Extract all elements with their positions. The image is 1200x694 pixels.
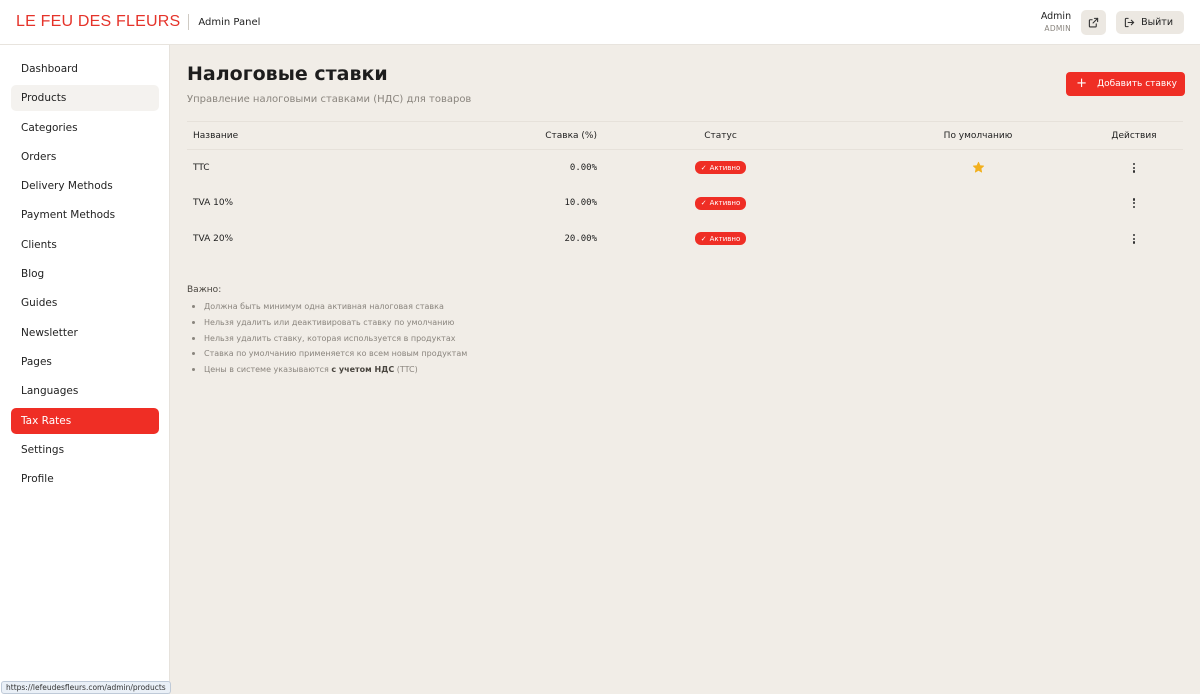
check-icon: ✓ xyxy=(700,163,707,172)
status-cell: ✓ Активно xyxy=(667,221,774,257)
table-row: TVA 20% 20.00% ✓ Активно xyxy=(187,221,1183,257)
default-cell xyxy=(907,150,1049,186)
admin-panel-label: Admin Panel xyxy=(198,16,261,28)
logo-divider xyxy=(188,14,190,30)
sidebar: Dashboard Products Categories Orders Del… xyxy=(0,45,170,694)
default-cell xyxy=(907,186,1049,222)
check-icon: ✓ xyxy=(700,234,707,243)
external-link-icon xyxy=(1088,17,1099,27)
note-item: Нельзя удалить ставку, которая используе… xyxy=(187,334,467,350)
page-title: Налоговые ставки xyxy=(187,63,388,85)
note-item: Должна быть минимум одна активная налого… xyxy=(187,302,467,318)
view-site-button[interactable] xyxy=(1081,9,1107,35)
logout-icon xyxy=(1124,17,1135,27)
default-cell xyxy=(907,221,1049,257)
rate-name: TTC xyxy=(193,162,210,173)
important-notes: Важно: Должна быть минимум одна активная… xyxy=(187,285,467,381)
table-header: Название Ставка (%) Статус По умолчанию … xyxy=(187,121,1183,150)
column-header-actions: Действия xyxy=(1111,130,1157,141)
status-badge: ✓ Активно xyxy=(694,232,747,246)
sidebar-item-blog[interactable]: Blog xyxy=(11,261,159,287)
rate-name: TVA 10% xyxy=(193,198,234,209)
rate-value: 20.00% xyxy=(564,233,597,244)
sidebar-item-products[interactable]: Products xyxy=(11,85,159,112)
note-text: (TTC) xyxy=(394,365,418,375)
header-actions: Admin ADMIN Выйти xyxy=(1041,9,1184,35)
note-text: Цены в системе указываются xyxy=(204,365,332,375)
note-item: Нельзя удалить или деактивировать ставку… xyxy=(187,318,467,334)
more-vertical-icon[interactable] xyxy=(1132,198,1136,209)
status-badge-label: Активно xyxy=(709,163,741,172)
logout-label: Выйти xyxy=(1141,16,1173,28)
add-tax-rate-label: Добавить ставку xyxy=(1097,79,1177,89)
sidebar-item-tax-rates[interactable]: Tax Rates xyxy=(11,407,159,434)
rate-value: 0.00% xyxy=(569,162,597,173)
sidebar-item-clients[interactable]: Clients xyxy=(11,232,159,258)
sidebar-item-payment-methods[interactable]: Payment Methods xyxy=(11,202,159,228)
top-header: LE FEU DES FLEURS Admin Panel Admin ADMI… xyxy=(0,0,1200,45)
status-badge: ✓ Активно xyxy=(694,161,747,175)
add-tax-rate-button[interactable]: + Добавить ставку xyxy=(1066,72,1185,96)
user-role: ADMIN xyxy=(1044,23,1072,33)
sidebar-item-profile[interactable]: Profile xyxy=(11,466,159,492)
rate-name: TVA 20% xyxy=(193,233,234,244)
page-subtitle: Управление налоговыми ставками (НДС) для… xyxy=(187,94,472,105)
table-row: TVA 10% 10.00% ✓ Активно xyxy=(187,186,1183,222)
sidebar-nav: Dashboard Products Categories Orders Del… xyxy=(11,56,159,495)
actions-cell xyxy=(1097,186,1171,222)
column-header-default: По умолчанию xyxy=(943,130,1013,141)
sidebar-item-guides[interactable]: Guides xyxy=(11,290,159,316)
sidebar-item-pages[interactable]: Pages xyxy=(11,349,159,375)
more-vertical-icon[interactable] xyxy=(1132,162,1136,173)
status-badge-label: Активно xyxy=(709,234,741,243)
rate-value: 10.00% xyxy=(564,198,597,209)
sidebar-item-dashboard[interactable]: Dashboard xyxy=(11,56,159,82)
status-badge: ✓ Активно xyxy=(694,196,747,210)
table-row: TTC 0.00% ✓ Активно xyxy=(187,150,1183,186)
user-info: Admin ADMIN xyxy=(1041,11,1071,34)
column-header-name: Название xyxy=(193,130,239,141)
check-icon: ✓ xyxy=(700,199,707,208)
plus-icon: + xyxy=(1076,76,1088,91)
actions-cell xyxy=(1097,221,1171,257)
star-icon xyxy=(972,162,984,173)
status-bar-url: https://lefeudesfleurs.com/admin/product… xyxy=(1,681,171,694)
note-item: Цены в системе указываются с учетом НДС … xyxy=(187,365,467,381)
tax-rates-table: Название Ставка (%) Статус По умолчанию … xyxy=(187,121,1183,257)
user-name: Admin xyxy=(1040,10,1072,22)
status-cell: ✓ Активно xyxy=(667,186,774,222)
notes-title: Важно: xyxy=(187,285,222,295)
status-cell: ✓ Активно xyxy=(667,150,774,186)
column-header-status: Статус xyxy=(704,130,737,141)
sidebar-item-orders[interactable]: Orders xyxy=(11,144,159,170)
brand-logo[interactable]: LE FEU DES FLEURS xyxy=(16,13,180,31)
sidebar-item-newsletter[interactable]: Newsletter xyxy=(11,320,159,346)
note-item: Ставка по умолчанию применяется ко всем … xyxy=(187,349,467,365)
sidebar-item-settings[interactable]: Settings xyxy=(11,437,159,463)
status-badge-label: Активно xyxy=(709,199,741,208)
notes-list: Должна быть минимум одна активная налого… xyxy=(187,302,467,381)
sidebar-item-delivery-methods[interactable]: Delivery Methods xyxy=(11,173,159,199)
actions-cell xyxy=(1097,150,1171,186)
note-emphasis: с учетом НДС xyxy=(331,365,395,375)
sidebar-item-categories[interactable]: Categories xyxy=(11,115,159,141)
column-header-rate: Ставка (%) xyxy=(545,130,597,141)
more-vertical-icon[interactable] xyxy=(1132,233,1136,244)
main-content: Налоговые ставки Управление налоговыми с… xyxy=(170,45,1200,694)
sidebar-item-languages[interactable]: Languages xyxy=(11,378,159,404)
logout-button[interactable]: Выйти xyxy=(1116,10,1184,34)
